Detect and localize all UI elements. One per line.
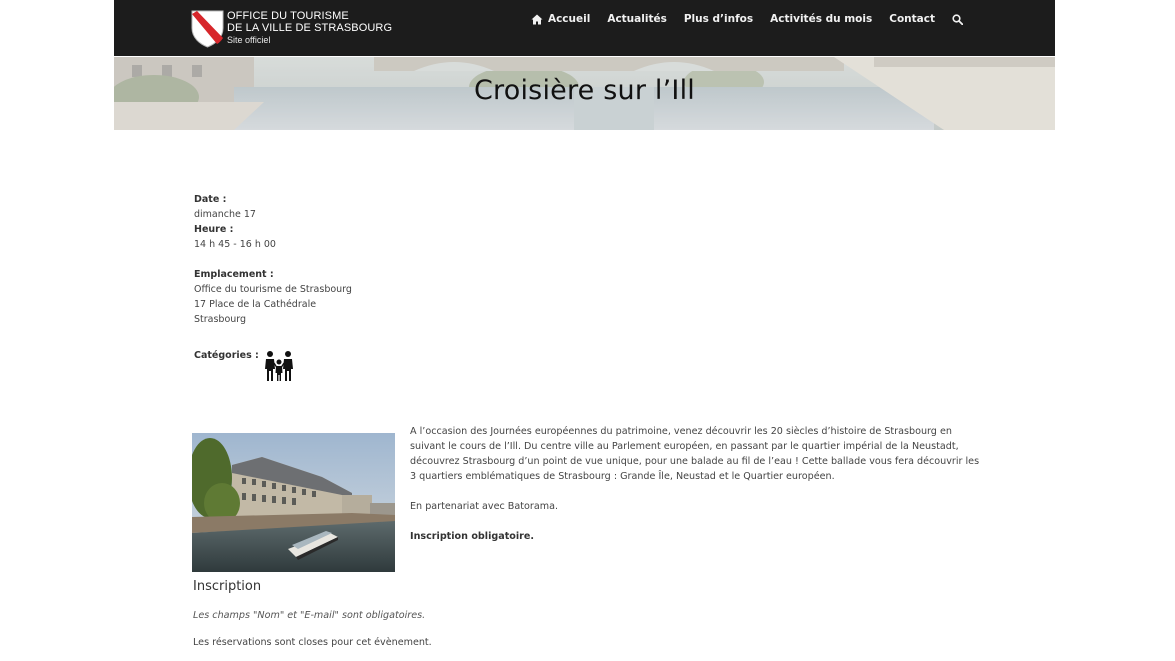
- home-icon: [531, 14, 543, 24]
- event-details: Date : dimanche 17 Heure : 14 h 45 - 16 …: [194, 192, 352, 327]
- nav-item-contact[interactable]: Contact: [889, 13, 935, 25]
- page-banner: Croisière sur l’Ill: [114, 57, 1055, 130]
- nav-item-accueil[interactable]: Accueil: [531, 13, 590, 25]
- nav-label-actualites: Actualités: [607, 13, 667, 25]
- time-label: Heure :: [194, 224, 234, 235]
- header-bar: OFFICE DU TOURISME DE LA VILLE DE STRASB…: [114, 0, 1055, 56]
- nav-label-activites: Activités du mois: [770, 13, 873, 25]
- required-fields-note: Les champs "Nom" et "E-mail" sont obliga…: [193, 610, 426, 621]
- registration-required-text: Inscription obligatoire.: [410, 531, 535, 542]
- logo-line-3: Site officiel: [227, 35, 271, 45]
- registration-heading: Inscription: [193, 579, 262, 594]
- logo-text: OFFICE DU TOURISME DE LA VILLE DE STRASB…: [227, 10, 392, 46]
- time-value: 14 h 45 - 16 h 00: [194, 239, 276, 250]
- location-line: Office du tourisme de Strasbourg: [194, 284, 352, 295]
- page: OFFICE DU TOURISME DE LA VILLE DE STRASB…: [114, 0, 1055, 661]
- categories-row: Catégories :: [194, 350, 295, 382]
- logo-line-1: OFFICE DU TOURISME: [227, 10, 349, 22]
- site-logo[interactable]: OFFICE DU TOURISME DE LA VILLE DE STRASB…: [191, 10, 392, 48]
- nav-item-plus-infos[interactable]: Plus d’infos: [684, 13, 753, 25]
- strasbourg-shield-icon: [191, 10, 224, 48]
- description-paragraph: A l’occasion des Journées européennes du…: [410, 426, 980, 482]
- location-line: 17 Place de la Cathédrale: [194, 299, 317, 310]
- search-icon[interactable]: [952, 13, 963, 25]
- nav-label-plus-infos: Plus d’infos: [683, 13, 754, 25]
- date-label: Date :: [194, 194, 227, 205]
- nav-item-actualites[interactable]: Actualités: [607, 13, 667, 25]
- nav-label-accueil: Accueil: [547, 13, 591, 25]
- main-nav: Accueil Actualités Plus d’infos Activité…: [531, 13, 963, 25]
- event-description: A l’occasion des Journées européennes du…: [410, 424, 980, 559]
- categories-label: Catégories :: [194, 350, 259, 361]
- nav-item-activites[interactable]: Activités du mois: [770, 13, 872, 25]
- location-line: Strasbourg: [194, 314, 247, 325]
- event-photo: [192, 433, 395, 572]
- family-icon[interactable]: [263, 350, 295, 382]
- registration-closed-text: Les réservations sont closes pour cet év…: [193, 637, 432, 648]
- date-value: dimanche 17: [194, 209, 256, 220]
- logo-line-2: DE LA VILLE DE STRASBOURG: [227, 22, 393, 34]
- partnership-text: En partenariat avec Batorama.: [410, 501, 559, 512]
- page-title: Croisière sur l’Ill: [474, 75, 695, 106]
- location-label: Emplacement :: [194, 269, 274, 280]
- nav-label-contact: Contact: [889, 13, 935, 25]
